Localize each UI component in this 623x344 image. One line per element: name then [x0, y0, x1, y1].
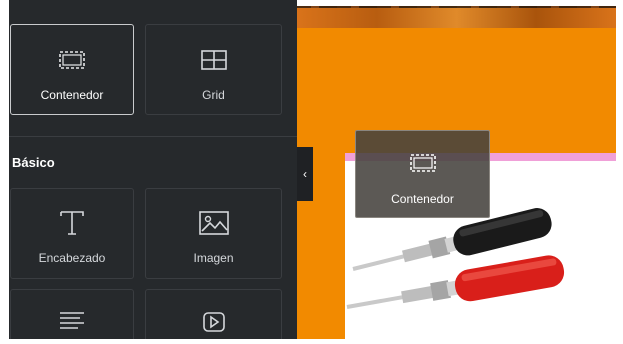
drag-ghost-label: Contenedor [391, 192, 454, 206]
section-divider [9, 136, 297, 137]
drag-ghost-container: Contenedor [355, 130, 490, 218]
canvas-right-edge [616, 0, 623, 339]
section-title-basic: Básico [12, 155, 55, 170]
widget-heading[interactable]: Encabezado [10, 188, 134, 279]
panel-edge [0, 0, 9, 339]
widget-container[interactable]: Contenedor [10, 24, 134, 115]
heading-icon [11, 209, 133, 237]
chevron-left-icon: ‹ [303, 167, 307, 181]
widget-label: Grid [202, 88, 225, 102]
video-icon [146, 312, 281, 332]
image-icon [146, 211, 281, 235]
widget-video[interactable] [145, 289, 282, 339]
container-icon [356, 154, 489, 172]
text-editor-icon [11, 310, 133, 332]
widget-label: Contenedor [40, 88, 104, 102]
grid-icon [146, 50, 281, 70]
widget-image[interactable]: Imagen [145, 188, 282, 279]
widget-label: Imagen [193, 251, 234, 265]
widget-text-editor[interactable] [10, 289, 134, 339]
widget-grid[interactable]: Grid [145, 24, 282, 115]
widgets-panel: Contenedor Grid Básico Encabezado Imagen [0, 0, 297, 339]
collapse-panel-button[interactable]: ‹ [297, 147, 313, 201]
canvas-top-edge [297, 0, 616, 6]
widget-label: Encabezado [38, 251, 106, 265]
container-icon [11, 51, 133, 69]
